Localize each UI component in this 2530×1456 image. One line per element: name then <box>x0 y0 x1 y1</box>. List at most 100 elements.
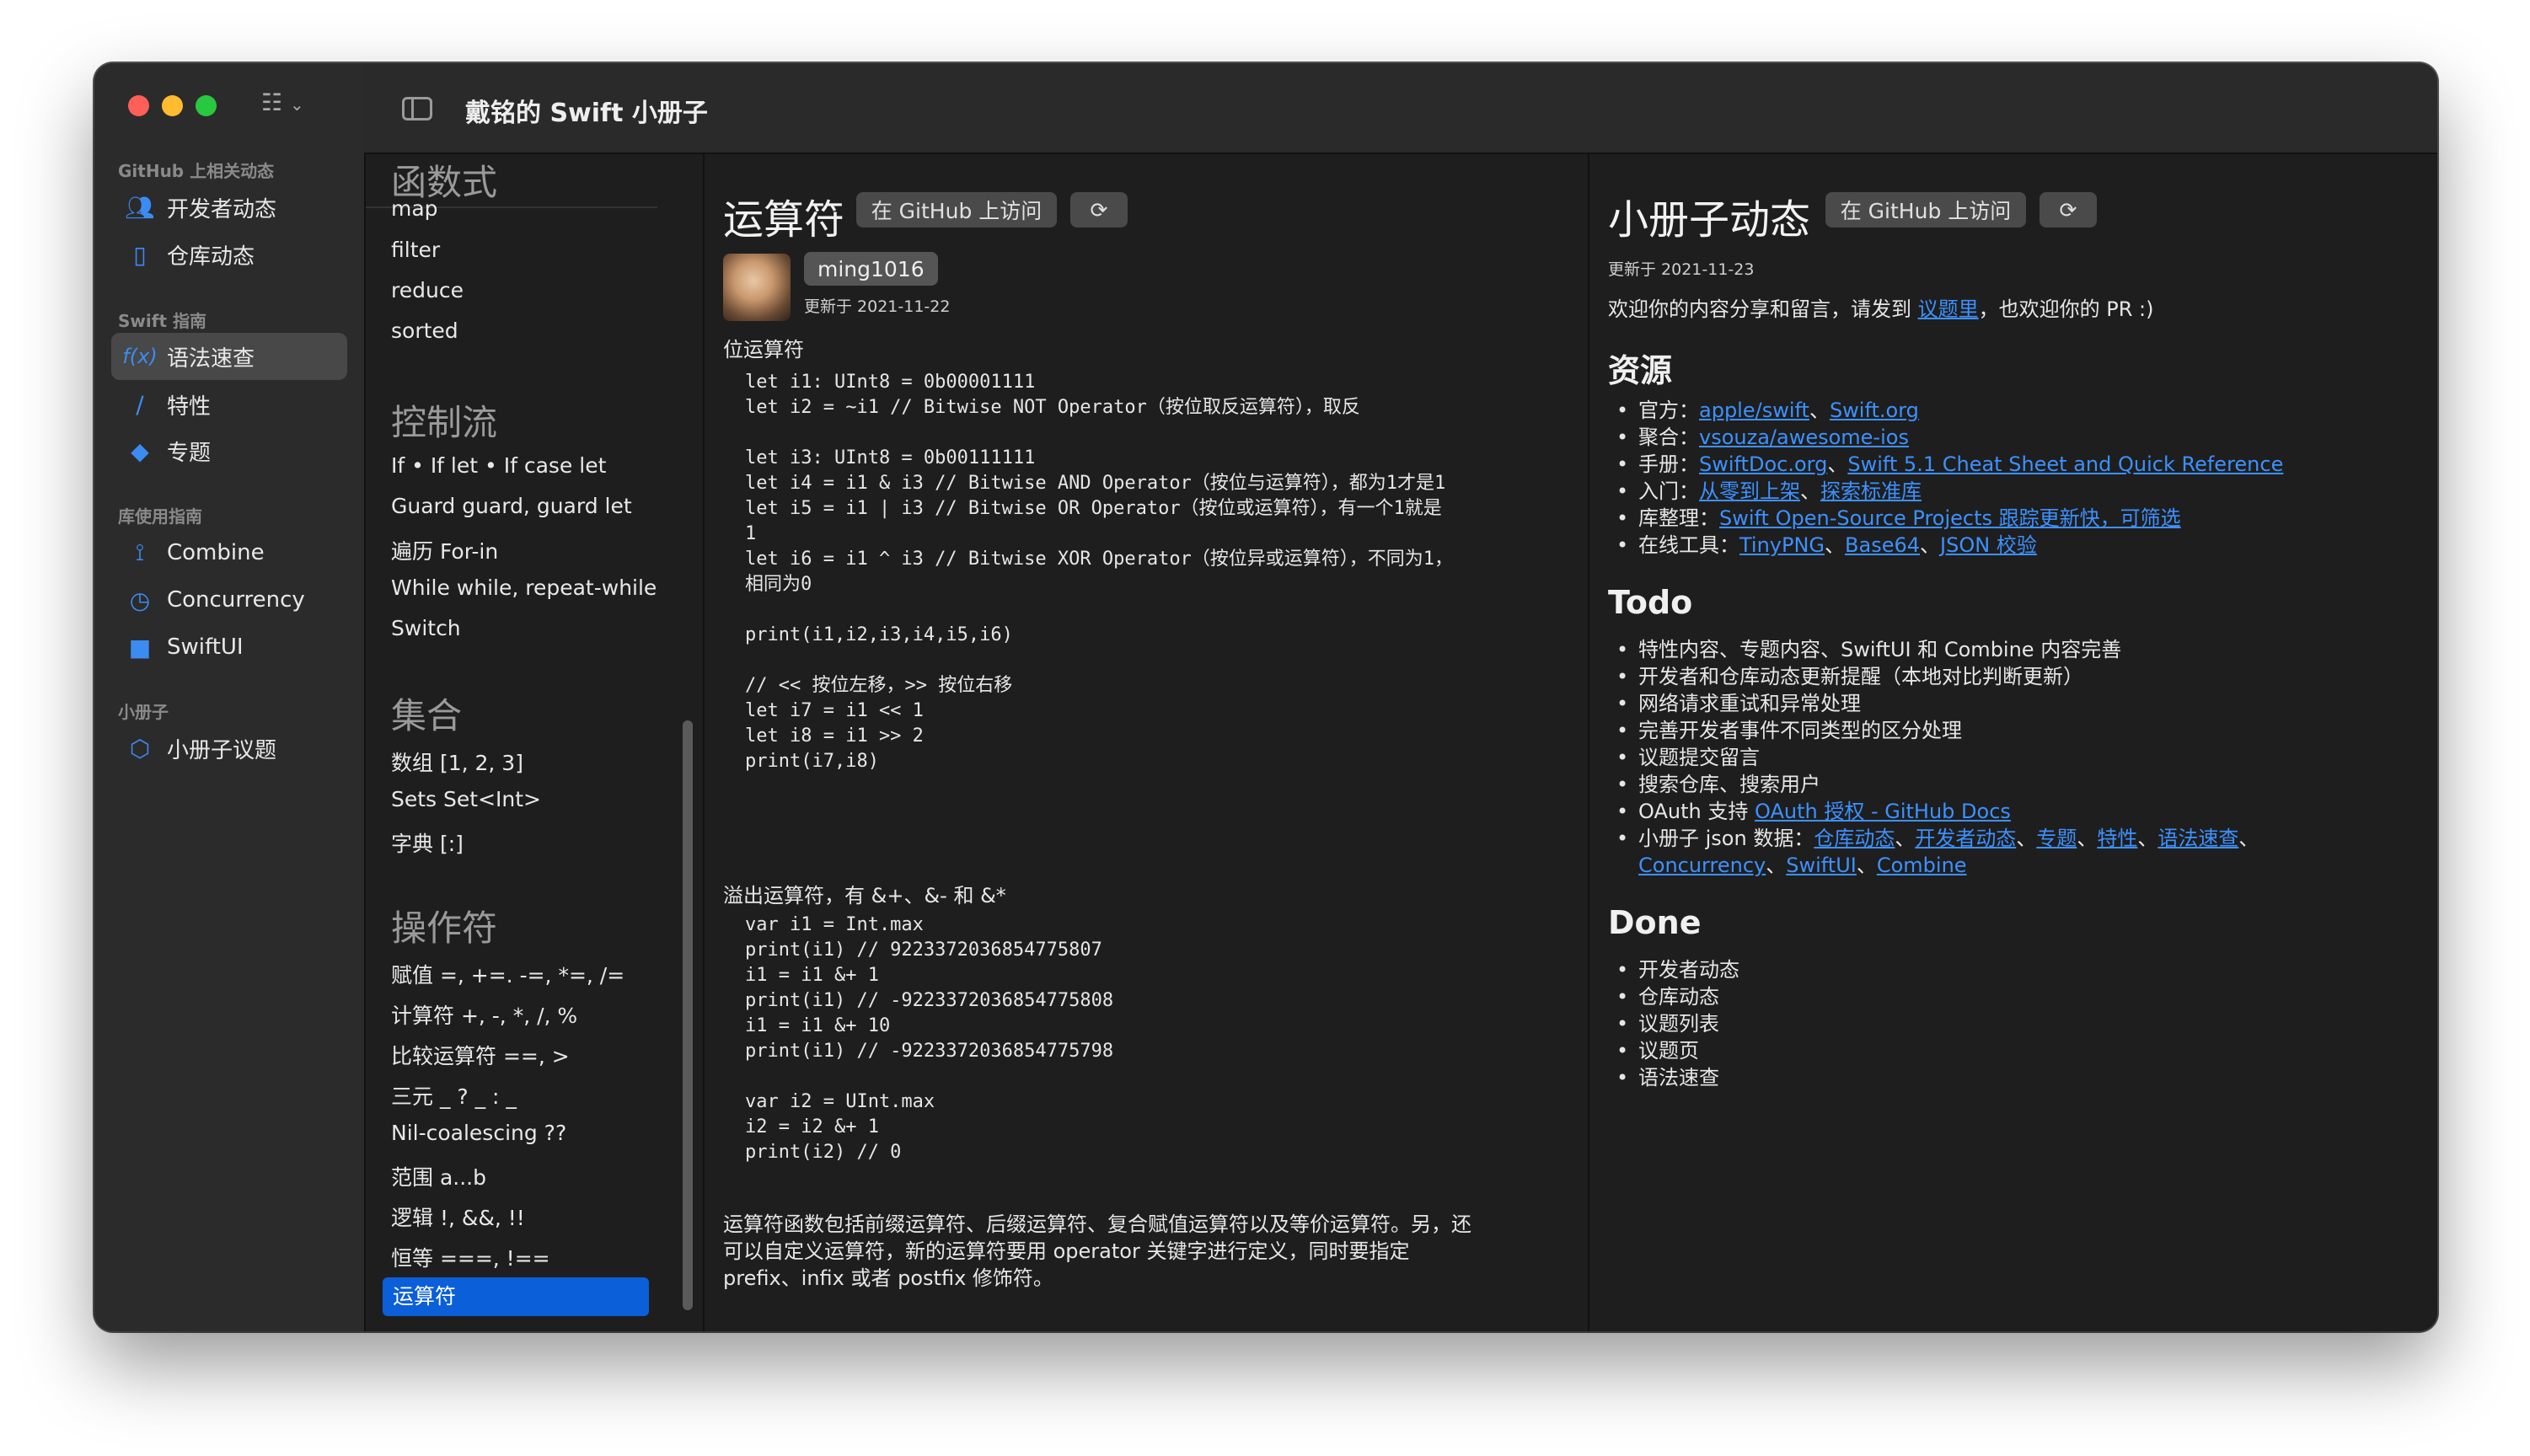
refresh-button[interactable]: ⟳ <box>2040 192 2097 228</box>
list-item[interactable]: If • If let • If case let <box>391 453 606 478</box>
todo-text: 议题提交留言 <box>1638 746 1760 769</box>
todo-item: • 网络请求重试和异常处理 <box>1616 692 1861 715</box>
sidebar-item-label: SwiftUI <box>167 634 244 660</box>
resource-link[interactable]: Swift.org <box>1830 399 1919 422</box>
sidebar-item-issues[interactable]: ⬡ 小册子议题 <box>111 725 347 772</box>
author-badge[interactable]: ming1016 <box>804 252 938 286</box>
resource-link[interactable]: JSON 校验 <box>1940 533 2037 557</box>
detail-title: 运算符 <box>723 196 845 244</box>
resource-link[interactable]: TinyPNG <box>1739 533 1825 557</box>
list-item[interactable]: While while, repeat-while <box>391 575 657 600</box>
resource-link[interactable]: SwiftDoc.org <box>1699 452 1827 476</box>
done-text: 议题页 <box>1638 1039 1699 1063</box>
resource-link[interactable]: 从零到上架 <box>1699 479 1800 503</box>
todo-heading: Todo <box>1608 584 1693 621</box>
list-item[interactable]: 范围 a...b <box>391 1161 486 1191</box>
list-item[interactable]: 计算符 +, -, *, /, % <box>391 999 577 1030</box>
sidebar-item-label: 语法速查 <box>167 345 255 372</box>
window-title: 戴铭的 Swift 小册子 <box>465 99 708 128</box>
sidebar-item-concurrency[interactable]: ◷ Concurrency <box>111 576 347 624</box>
resource-prefix: 聚合： <box>1638 426 1699 449</box>
list-item[interactable]: 遍历 For-in <box>391 535 498 565</box>
pencil-icon: ∕ <box>136 390 144 419</box>
list-item[interactable]: reduce <box>391 278 464 302</box>
news-title: 小册子动态 <box>1608 196 1811 244</box>
list-item[interactable]: Guard guard, guard let <box>391 494 632 518</box>
todo-text: 特性内容、专题内容、SwiftUI 和 Combine 内容完善 <box>1638 638 2122 661</box>
sidebar-item-developer-events[interactable]: 👥︎ 开发者动态 <box>111 184 347 231</box>
resource-link[interactable]: Swift 5.1 Cheat Sheet and Quick Referenc… <box>1847 452 2283 476</box>
avatar[interactable] <box>723 254 791 321</box>
json-link[interactable]: Combine <box>1877 854 1967 877</box>
todo-item-continuation: Concurrency、SwiftUI、Combine <box>1638 854 1967 877</box>
close-window-button[interactable] <box>128 95 149 116</box>
sidebar-item-repo-events[interactable]: ▯ 仓库动态 <box>111 231 347 278</box>
resource-link[interactable]: apple/swift <box>1699 399 1809 422</box>
json-link[interactable]: 专题 <box>2036 827 2077 850</box>
list-item[interactable]: 数组 [1, 2, 3] <box>391 747 523 777</box>
json-link[interactable]: 开发者动态 <box>1915 827 2016 850</box>
github-visit-button[interactable]: 在 GitHub 上访问 <box>856 192 1057 228</box>
resource-prefix: 入门： <box>1638 479 1699 503</box>
sidebar: ☷ ⌄ GitHub 上相关动态 👥︎ 开发者动态 ▯ 仓库动态 Swift 指… <box>94 63 366 1331</box>
graduation-cap-icon: ◆ <box>131 436 149 465</box>
list-item[interactable]: Nil-coalescing ?? <box>391 1121 566 1145</box>
todo-item: • 搜索仓库、搜索用户 <box>1616 773 1820 796</box>
todo-text: OAuth 支持 <box>1638 800 1755 823</box>
sidebar-item-features[interactable]: ∕ 特性 <box>111 381 347 428</box>
detail-updated: 更新于 2021-11-22 <box>804 297 951 316</box>
list-item[interactable]: filter <box>391 238 440 262</box>
sidebar-item-label: 仓库动态 <box>167 244 255 270</box>
sidebar-toggle-button[interactable] <box>402 97 432 120</box>
resource-link[interactable]: 探索标准库 <box>1820 479 1922 503</box>
sidebar-item-label: 小册子议题 <box>167 737 277 763</box>
people-icon: 👥︎ <box>125 193 155 222</box>
json-link[interactable]: SwiftUI <box>1786 854 1857 877</box>
json-link[interactable]: Concurrency <box>1638 854 1766 877</box>
todo-text: 网络请求重试和异常处理 <box>1638 692 1861 715</box>
json-link[interactable]: 特性 <box>2097 827 2137 850</box>
oauth-docs-link[interactable]: OAuth 授权 - GitHub Docs <box>1755 800 2011 823</box>
resource-link[interactable]: Base64 <box>1845 533 1920 557</box>
sidebar-item-label: 开发者动态 <box>167 196 277 222</box>
json-link[interactable]: 仓库动态 <box>1814 827 1895 850</box>
list-item[interactable]: 恒等 ===, !== <box>391 1242 550 1272</box>
done-heading: Done <box>1608 904 1702 941</box>
done-item: • 开发者动态 <box>1616 958 1739 982</box>
list-item[interactable]: 三元 _ ? _ : _ <box>391 1080 517 1111</box>
list-item[interactable]: sorted <box>391 318 458 343</box>
sidebar-item-syntax[interactable]: f(x) 语法速查 <box>111 333 347 380</box>
list-header-collections: 集合 <box>391 695 463 736</box>
resource-item: • 手册：SwiftDoc.org、Swift 5.1 Cheat Sheet a… <box>1616 452 2284 476</box>
json-link[interactable]: 语法速查 <box>2157 827 2238 850</box>
list-item[interactable]: 比较运算符 ==, > <box>391 1040 570 1070</box>
list-item[interactable]: map <box>391 196 438 221</box>
list-item[interactable]: Switch <box>391 616 461 640</box>
list-item[interactable]: 逻辑 !, &&, !! <box>391 1202 525 1232</box>
list-item[interactable]: 字典 [:] <box>391 827 464 858</box>
todo-item: • 议题提交留言 <box>1616 746 1760 769</box>
welcome-text: 欢迎你的内容分享和留言，请发到 议题里，也欢迎你的 PR :) <box>1608 292 2154 322</box>
filter-menu-button[interactable]: ☷ ⌄ <box>261 88 304 116</box>
github-visit-button[interactable]: 在 GitHub 上访问 <box>1825 192 2026 228</box>
sidebar-item-combine[interactable]: ⟟ Combine <box>111 529 347 576</box>
minimize-window-button[interactable] <box>162 95 183 116</box>
list-item[interactable]: Sets Set<Int> <box>391 787 541 811</box>
sidebar-item-topics[interactable]: ◆ 专题 <box>111 427 347 474</box>
todo-item: • 开发者和仓库动态更新提醒（本地对比判断更新） <box>1616 665 2083 688</box>
clock-arrow-icon: ◷ <box>129 586 151 614</box>
maximize-window-button[interactable] <box>196 95 217 116</box>
chevron-down-icon: ⌄ <box>290 94 304 115</box>
sidebar-item-swiftui[interactable]: ■ SwiftUI <box>111 624 347 671</box>
resource-link[interactable]: Swift Open-Source Projects 跟踪更新快，可筛选 <box>1719 506 2181 530</box>
resource-link[interactable]: vsouza/awesome-ios <box>1699 426 1909 449</box>
list-header-operators: 操作符 <box>391 907 498 949</box>
todo-text: 搜索仓库、搜索用户 <box>1638 773 1820 796</box>
refresh-button[interactable]: ⟳ <box>1070 192 1128 228</box>
issues-link[interactable]: 议题里 <box>1918 297 1979 321</box>
syntax-list: 函数式 map filter reduce sorted 控制流 If • If… <box>366 154 674 1331</box>
list-scrollbar[interactable] <box>683 720 693 1310</box>
list-item[interactable]: 赋值 =, +=. -=, *=, /= <box>391 959 624 989</box>
news-updated: 更新于 2021-11-23 <box>1608 260 1755 279</box>
list-item-selected[interactable]: 运算符 <box>383 1277 649 1316</box>
